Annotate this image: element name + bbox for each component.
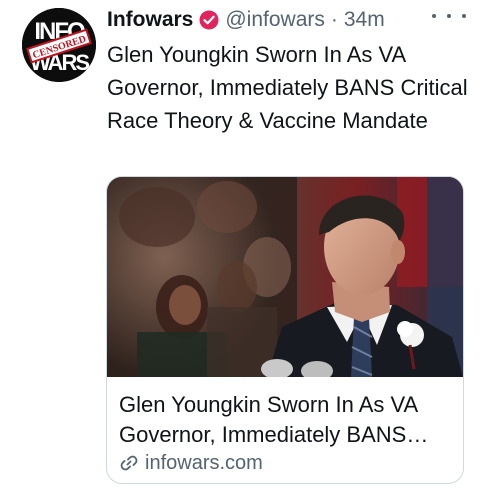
card-title[interactable]: Glen Youngkin Sworn In As VA Governor, I… (119, 390, 455, 450)
infowars-logo-icon: INFO WARS CENSORED (22, 8, 96, 82)
more-dot (447, 14, 451, 18)
tweet-header: Infowars @infowars · 34m (107, 6, 385, 34)
link-icon (120, 455, 138, 471)
tweet-text: Glen Youngkin Sworn In As VA Governor, I… (107, 42, 468, 133)
card-image[interactable] (107, 177, 463, 377)
user-handle[interactable]: @infowars (225, 8, 325, 32)
tweet[interactable]: INFO WARS CENSORED Infowars @infowars · … (0, 0, 488, 500)
more-dots-icon[interactable] (432, 4, 466, 28)
timestamp[interactable]: 34m (344, 8, 385, 32)
avatar[interactable]: INFO WARS CENSORED (22, 8, 96, 82)
more-dot (432, 14, 436, 18)
card-photo (107, 177, 463, 377)
card-domain-text: infowars.com (145, 451, 263, 474)
link-card[interactable]: Glen Youngkin Sworn In As VA Governor, I… (106, 176, 464, 484)
more-dot (462, 14, 466, 18)
card-domain[interactable]: infowars.com (119, 450, 263, 476)
verified-badge-icon (199, 10, 219, 30)
separator-dot: · (330, 8, 338, 31)
display-name[interactable]: Infowars (107, 8, 193, 32)
